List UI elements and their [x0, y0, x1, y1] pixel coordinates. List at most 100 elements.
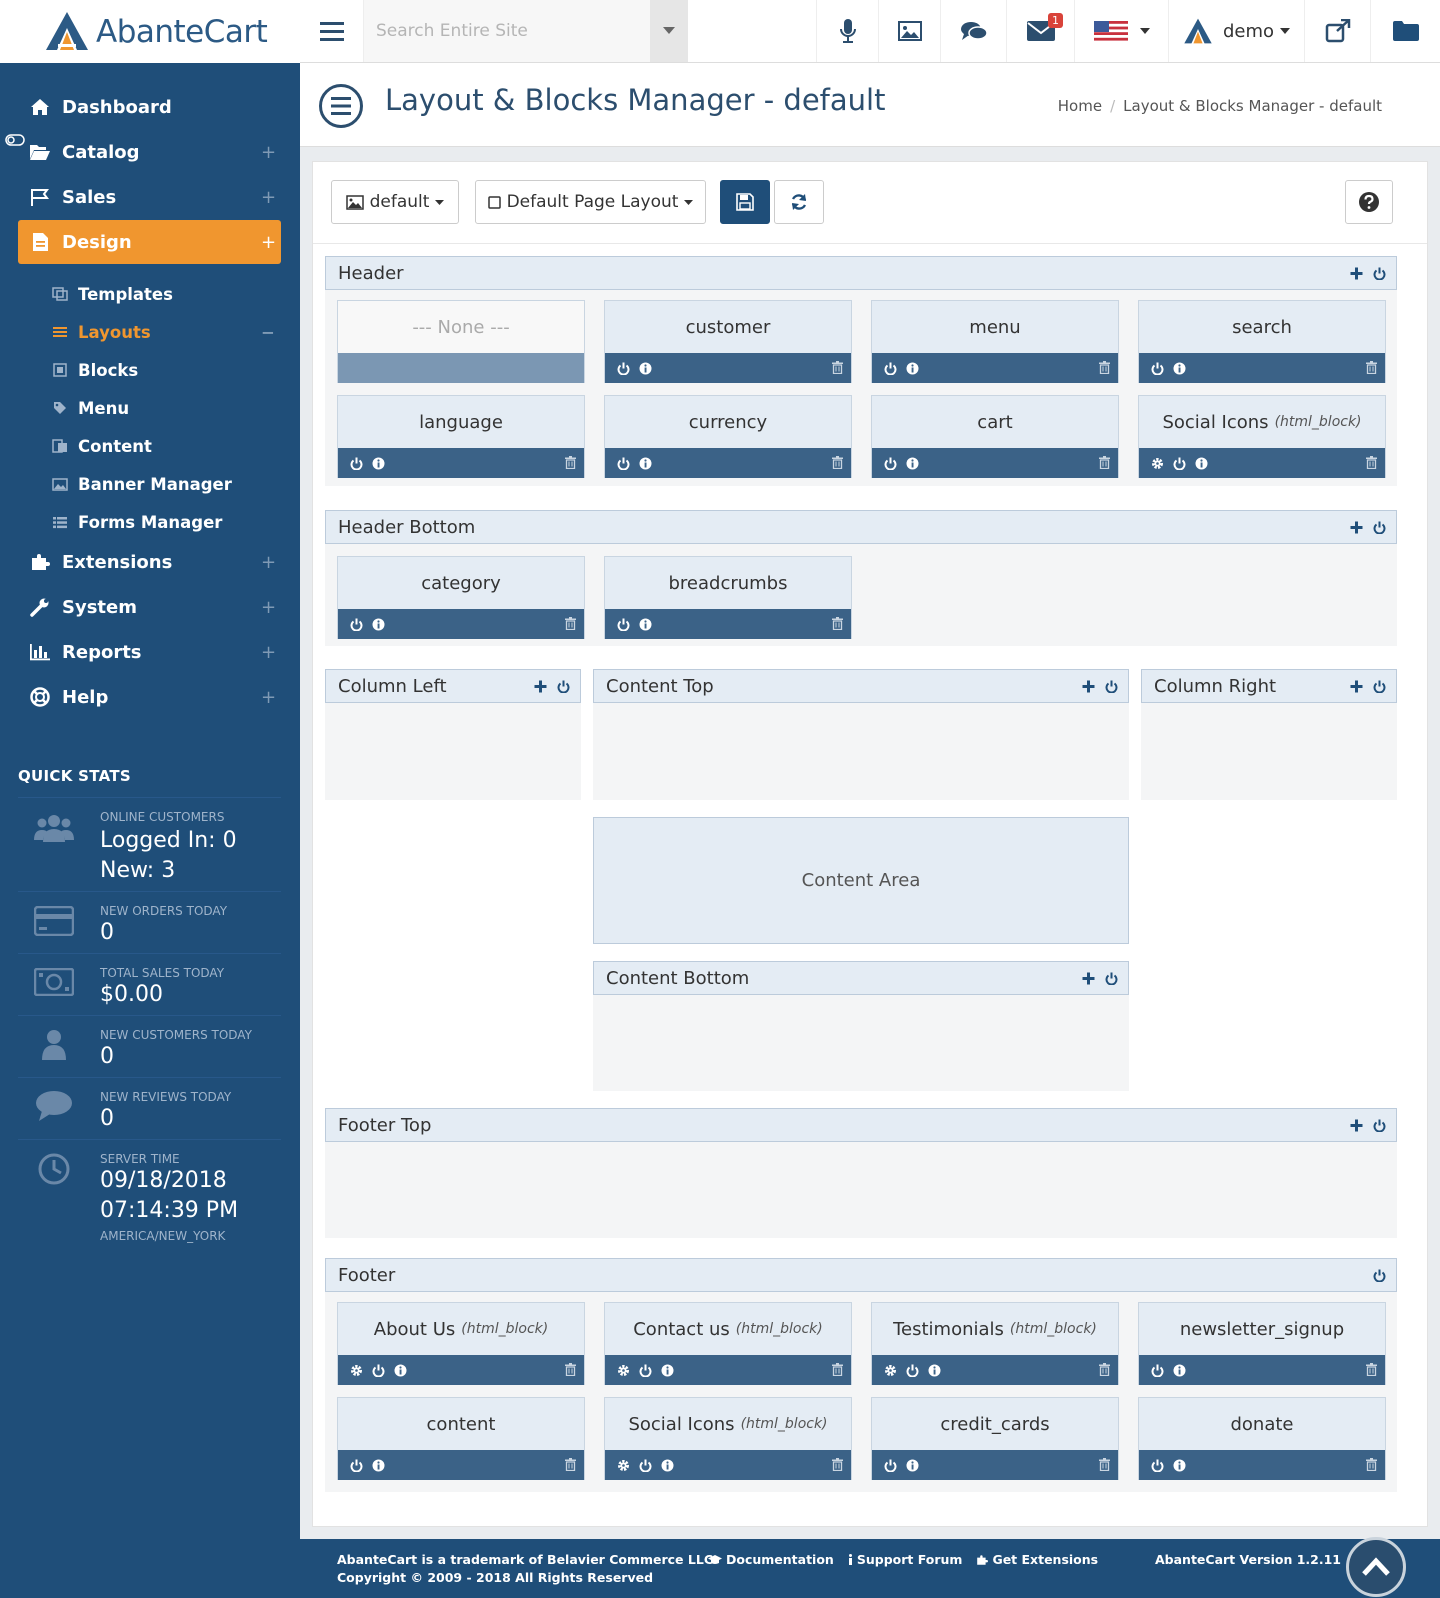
- expand-icon[interactable]: +: [261, 552, 281, 573]
- layout-block[interactable]: currency: [604, 395, 852, 478]
- power-icon[interactable]: [1151, 1459, 1164, 1472]
- sidebar-subitem-banner-manager[interactable]: Banner Manager: [50, 466, 281, 502]
- gear-icon[interactable]: [617, 1364, 630, 1377]
- layout-block[interactable]: Testimonials (html_block): [871, 1302, 1119, 1385]
- layout-block[interactable]: category: [337, 556, 585, 639]
- toggle-section-icon[interactable]: [1373, 680, 1386, 693]
- layout-block[interactable]: content: [337, 1397, 585, 1480]
- reset-button[interactable]: [774, 180, 824, 224]
- layout-block[interactable]: Social Icons (html_block): [604, 1397, 852, 1480]
- menu-toggle-button[interactable]: [300, 0, 364, 62]
- sidebar-item-sales[interactable]: Sales +: [18, 175, 281, 219]
- layout-block[interactable]: About Us (html_block): [337, 1302, 585, 1385]
- toggle-section-icon[interactable]: [1373, 1119, 1386, 1132]
- help-button[interactable]: [1345, 180, 1393, 224]
- trash-icon[interactable]: [1099, 361, 1110, 374]
- power-icon[interactable]: [884, 362, 897, 375]
- trash-icon[interactable]: [1366, 456, 1377, 469]
- get-extensions-link[interactable]: Get Extensions: [976, 1552, 1098, 1567]
- info-icon[interactable]: [639, 362, 652, 375]
- gear-icon[interactable]: [350, 1364, 363, 1377]
- layout-block[interactable]: language: [337, 395, 585, 478]
- power-icon[interactable]: [906, 1364, 919, 1377]
- layout-block[interactable]: --- None ---: [337, 300, 585, 383]
- power-icon[interactable]: [639, 1459, 652, 1472]
- add-block-icon[interactable]: [1350, 1119, 1363, 1132]
- layout-block[interactable]: customer: [604, 300, 852, 383]
- expand-icon[interactable]: +: [261, 142, 281, 163]
- power-icon[interactable]: [617, 618, 630, 631]
- layout-block[interactable]: menu: [871, 300, 1119, 383]
- info-icon[interactable]: [1195, 457, 1208, 470]
- toggle-section-icon[interactable]: [1373, 267, 1386, 280]
- trash-icon[interactable]: [1366, 1363, 1377, 1376]
- info-icon[interactable]: [639, 457, 652, 470]
- info-icon[interactable]: [906, 1459, 919, 1472]
- add-block-icon[interactable]: [1350, 267, 1363, 280]
- sidebar-item-extensions[interactable]: Extensions +: [18, 540, 281, 584]
- info-icon[interactable]: [372, 457, 385, 470]
- trash-icon[interactable]: [1366, 1458, 1377, 1471]
- logo[interactable]: AbanteCart: [0, 0, 300, 63]
- user-menu[interactable]: demo: [1168, 0, 1304, 62]
- sidebar-subitem-forms-manager[interactable]: Forms Manager: [50, 504, 281, 540]
- power-icon[interactable]: [1173, 457, 1186, 470]
- trash-icon[interactable]: [832, 456, 843, 469]
- info-icon[interactable]: [1173, 1459, 1186, 1472]
- power-icon[interactable]: [350, 1459, 363, 1472]
- toggle-section-icon[interactable]: [1105, 680, 1118, 693]
- trash-icon[interactable]: [565, 1458, 576, 1471]
- power-icon[interactable]: [639, 1364, 652, 1377]
- info-icon[interactable]: [661, 1459, 674, 1472]
- trash-icon[interactable]: [832, 1458, 843, 1471]
- layout-block[interactable]: cart: [871, 395, 1119, 478]
- sidebar-subitem-content[interactable]: Content: [50, 428, 281, 464]
- trash-icon[interactable]: [1099, 456, 1110, 469]
- add-block-icon[interactable]: [1082, 972, 1095, 985]
- expand-icon[interactable]: +: [261, 597, 281, 618]
- sidebar-subitem-blocks[interactable]: Blocks: [50, 352, 281, 388]
- expand-icon[interactable]: +: [261, 187, 281, 208]
- sidebar-item-help[interactable]: Help +: [18, 675, 281, 719]
- breadcrumb-home-link[interactable]: Home: [1058, 97, 1102, 115]
- expand-icon[interactable]: +: [261, 687, 281, 708]
- layout-block[interactable]: donate: [1138, 1397, 1386, 1480]
- layout-block[interactable]: breadcrumbs: [604, 556, 852, 639]
- trash-icon[interactable]: [565, 617, 576, 630]
- documentation-link[interactable]: Documentation: [708, 1552, 834, 1567]
- power-icon[interactable]: [1151, 1364, 1164, 1377]
- power-icon[interactable]: [350, 457, 363, 470]
- trash-icon[interactable]: [1099, 1458, 1110, 1471]
- toggle-section-icon[interactable]: [1105, 972, 1118, 985]
- notifications-button[interactable]: 1: [1006, 0, 1074, 62]
- open-storefront-button[interactable]: [1304, 0, 1370, 62]
- power-icon[interactable]: [617, 457, 630, 470]
- info-icon[interactable]: [1173, 362, 1186, 375]
- trash-icon[interactable]: [1366, 361, 1377, 374]
- layout-block[interactable]: search: [1138, 300, 1386, 383]
- gear-icon[interactable]: [617, 1459, 630, 1472]
- add-block-icon[interactable]: [534, 680, 547, 693]
- trash-icon[interactable]: [832, 1363, 843, 1376]
- trash-icon[interactable]: [832, 617, 843, 630]
- info-icon[interactable]: [639, 618, 652, 631]
- scroll-to-top-button[interactable]: [1346, 1537, 1406, 1597]
- file-manager-button[interactable]: [1370, 0, 1440, 62]
- power-icon[interactable]: [884, 1459, 897, 1472]
- sidebar-subitem-templates[interactable]: Templates: [50, 276, 281, 312]
- info-icon[interactable]: [906, 362, 919, 375]
- info-icon[interactable]: [372, 618, 385, 631]
- layout-block[interactable]: credit_cards: [871, 1397, 1119, 1480]
- power-icon[interactable]: [617, 362, 630, 375]
- media-button[interactable]: [878, 0, 940, 62]
- sidebar-item-dashboard[interactable]: Dashboard: [18, 85, 281, 129]
- collapse-icon[interactable]: −: [261, 323, 281, 342]
- sidebar-item-catalog[interactable]: Catalog +: [18, 130, 281, 174]
- power-icon[interactable]: [1151, 362, 1164, 375]
- power-icon[interactable]: [884, 457, 897, 470]
- sidebar-item-system[interactable]: System +: [18, 585, 281, 629]
- info-icon[interactable]: [394, 1364, 407, 1377]
- trash-icon[interactable]: [1099, 1363, 1110, 1376]
- power-icon[interactable]: [372, 1364, 385, 1377]
- voice-search-button[interactable]: [816, 0, 878, 62]
